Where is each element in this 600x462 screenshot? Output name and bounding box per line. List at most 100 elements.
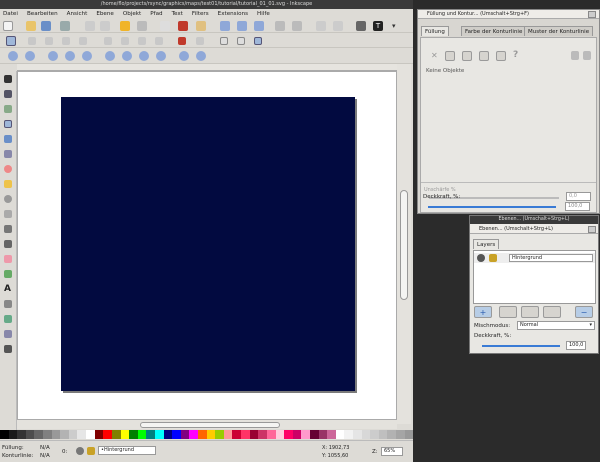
tab-layers[interactable]: Layers xyxy=(473,239,500,249)
zoom-page-icon[interactable] xyxy=(139,51,149,61)
gradient-tool-icon[interactable] xyxy=(4,330,12,338)
import-icon[interactable] xyxy=(85,21,95,31)
zoom-previous-icon[interactable] xyxy=(179,51,189,61)
palette-swatch[interactable] xyxy=(68,430,78,439)
tab-stroke-paint[interactable]: Farbe der Konturlinie xyxy=(461,26,527,36)
new-document-icon[interactable] xyxy=(3,21,13,31)
connector-tool-icon[interactable] xyxy=(4,315,12,323)
palette-swatch[interactable] xyxy=(275,430,285,439)
palette-swatch[interactable] xyxy=(17,430,26,439)
zoom-drawing-icon[interactable] xyxy=(237,21,247,31)
zoom-selection-icon[interactable] xyxy=(220,21,230,31)
palette-swatch[interactable] xyxy=(361,430,371,439)
flip-horizontal-icon[interactable] xyxy=(62,37,70,45)
menu-filters[interactable]: Filters xyxy=(192,11,209,17)
rotate-90-cw-icon[interactable] xyxy=(45,37,53,45)
menu-objekt[interactable]: Objekt xyxy=(123,11,141,17)
fill-stroke-icon[interactable] xyxy=(356,21,366,31)
palette-swatch[interactable] xyxy=(206,430,216,439)
palette-swatch[interactable] xyxy=(129,430,138,439)
redo-icon[interactable] xyxy=(137,21,147,31)
menu-pfad[interactable]: Pfad xyxy=(150,11,162,17)
rectangle-tool-icon[interactable] xyxy=(4,135,12,143)
clone-icon[interactable] xyxy=(292,21,302,31)
eye-icon[interactable] xyxy=(76,447,84,455)
save-icon[interactable] xyxy=(41,21,51,31)
palette-swatch[interactable] xyxy=(25,430,35,439)
layer-name-field[interactable]: Hintergrund xyxy=(509,254,593,262)
ungroup-icon[interactable] xyxy=(333,21,343,31)
palette-swatch[interactable] xyxy=(266,430,276,439)
palette-swatch[interactable] xyxy=(301,430,310,439)
palette-swatch[interactable] xyxy=(163,430,173,439)
palette-swatch[interactable] xyxy=(154,430,164,439)
zoom-in-icon[interactable] xyxy=(8,51,18,61)
copy-icon[interactable] xyxy=(160,21,170,31)
grid-icon[interactable] xyxy=(237,37,245,45)
group-icon[interactable] xyxy=(316,21,326,31)
opacity-slider[interactable] xyxy=(428,206,556,208)
remove-layer-button[interactable]: − xyxy=(575,306,593,318)
print-icon[interactable] xyxy=(60,21,70,31)
zoom-1-1-icon[interactable] xyxy=(48,51,58,61)
pencil-tool-icon[interactable] xyxy=(4,210,12,218)
zoom-2-1-icon[interactable] xyxy=(82,51,92,61)
opacity-value[interactable]: 0: xyxy=(62,449,67,455)
flip-vertical-icon[interactable] xyxy=(79,37,87,45)
palette-swatch[interactable] xyxy=(352,430,362,439)
palette-swatch[interactable] xyxy=(146,430,155,439)
zoom-1-2-icon[interactable] xyxy=(65,51,75,61)
export-icon[interactable] xyxy=(100,21,110,31)
palette-swatch[interactable] xyxy=(404,430,414,439)
zoom-next-icon[interactable] xyxy=(196,51,206,61)
dropper-tool-icon[interactable] xyxy=(4,345,12,353)
palette-swatch[interactable] xyxy=(60,430,69,439)
blur-field[interactable]: 0,0 xyxy=(566,192,591,201)
palette-swatch[interactable] xyxy=(387,430,397,439)
menu-ebene[interactable]: Ebene xyxy=(96,11,114,17)
pen-tool-icon[interactable] xyxy=(4,225,12,233)
palette-swatch[interactable] xyxy=(86,430,95,439)
palette-swatch[interactable] xyxy=(172,430,181,439)
close-icon[interactable] xyxy=(588,226,596,233)
cut-icon[interactable] xyxy=(178,21,188,31)
palette-swatch[interactable] xyxy=(223,430,233,439)
tweak-tool-icon[interactable] xyxy=(4,105,12,113)
fill-rule-nonzero-icon[interactable] xyxy=(583,51,591,60)
palette-swatch[interactable] xyxy=(396,430,405,439)
palette-swatch[interactable] xyxy=(327,430,336,439)
lower-bottom-icon[interactable] xyxy=(155,37,163,45)
palette-swatch[interactable] xyxy=(51,430,61,439)
zoom-out-icon[interactable] xyxy=(25,51,35,61)
layer-row[interactable]: Hintergrund xyxy=(474,253,595,263)
unset-icon[interactable]: ? xyxy=(513,50,518,60)
text-tool-icon[interactable]: T xyxy=(373,21,383,31)
raise-icon[interactable] xyxy=(104,37,112,45)
horizontal-scroll-thumb[interactable] xyxy=(140,422,280,428)
palette-swatch[interactable] xyxy=(103,430,112,439)
zoom-drawing-icon[interactable] xyxy=(122,51,132,61)
calligraphy-tool-icon[interactable] xyxy=(4,240,12,248)
palette-swatch[interactable] xyxy=(241,430,250,439)
palette-swatch[interactable] xyxy=(215,430,224,439)
add-layer-button[interactable]: + xyxy=(474,306,492,318)
menu-ansicht[interactable]: Ansicht xyxy=(67,11,88,17)
palette-swatch[interactable] xyxy=(180,430,190,439)
menu-datei[interactable]: Datei xyxy=(3,11,18,17)
palette-swatch[interactable] xyxy=(284,430,293,439)
palette-swatch[interactable] xyxy=(0,430,9,439)
chevron-down-icon[interactable]: ▾ xyxy=(392,21,402,31)
menu-bearbeiten[interactable]: Bearbeiten xyxy=(27,11,58,17)
selector-tool-icon[interactable] xyxy=(4,75,12,83)
palette-swatch[interactable] xyxy=(43,430,52,439)
zoom-tool-icon[interactable] xyxy=(4,120,12,128)
undo-icon[interactable] xyxy=(120,21,130,31)
spiral-tool-icon[interactable] xyxy=(4,195,12,203)
menu-extensions[interactable]: Extensions xyxy=(218,11,248,17)
guides-icon[interactable] xyxy=(254,37,262,45)
palette-swatch[interactable] xyxy=(34,430,44,439)
open-icon[interactable] xyxy=(26,21,36,31)
layer-selector[interactable]: •Hintergrund xyxy=(98,446,156,455)
raise-layer-button[interactable] xyxy=(521,306,539,318)
lower-icon[interactable] xyxy=(121,37,129,45)
